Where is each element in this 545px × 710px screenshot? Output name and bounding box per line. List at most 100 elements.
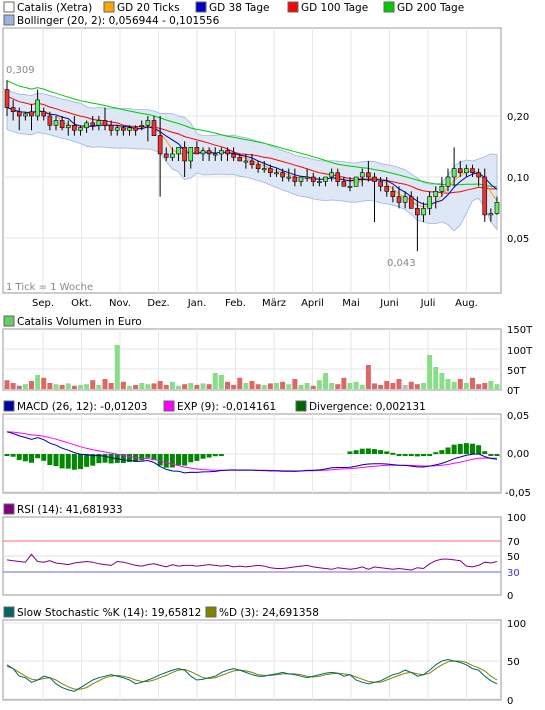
candle-body — [280, 172, 285, 178]
candle-body — [35, 99, 40, 117]
volume-bar — [470, 377, 475, 389]
candle-body — [29, 111, 34, 117]
divergence-bar — [372, 449, 377, 454]
candle-body — [176, 147, 181, 155]
stoch-tick-50: 50 — [507, 657, 520, 668]
divergence-bar — [194, 454, 200, 461]
candle-body — [298, 176, 304, 182]
candle-body — [90, 122, 96, 126]
volume-bar — [261, 385, 267, 389]
divergence-bar — [145, 454, 151, 458]
rsi-tick-70: 70 — [507, 537, 520, 548]
volume-legend: Catalis Volumen in Euro — [3, 315, 142, 328]
candle-body — [268, 168, 273, 174]
x-tick-label: Okt. — [71, 298, 92, 309]
volume-bar — [169, 381, 175, 389]
candle-body — [72, 124, 77, 131]
volume-plot-frame — [2, 328, 502, 391]
volume-bar — [151, 383, 157, 389]
divergence-bar — [433, 452, 439, 455]
volume-bar — [157, 381, 163, 389]
legend-swatch-gd20 — [103, 1, 115, 13]
divergence-bar — [84, 454, 90, 467]
macd-tick-2: -0,05 — [505, 488, 531, 499]
price-x-axis: Sep. Okt. Nov. Dez. Jan. Feb. März April Mai Juni… — [32, 298, 478, 309]
divergence-bar — [457, 443, 463, 454]
macd-tick-0: 0,05 — [507, 411, 529, 422]
candle-body — [457, 168, 463, 174]
volume-bar — [304, 383, 310, 389]
candle — [353, 176, 359, 187]
divergence-bar — [47, 454, 53, 466]
candle-body — [439, 185, 445, 192]
legend-swatch-macd — [3, 400, 15, 412]
volume-bar — [329, 383, 335, 389]
divergence-bar — [163, 454, 169, 468]
x-tick-label: Sep. — [32, 298, 54, 309]
divergence-bar — [182, 454, 188, 466]
volume-bar — [292, 379, 298, 389]
candle-body — [102, 120, 108, 126]
candle-body — [200, 150, 206, 155]
candle-body — [482, 176, 488, 216]
price-tick-2: 0,05 — [507, 234, 529, 245]
volume-bar — [176, 385, 181, 389]
candle-body — [163, 153, 169, 158]
candle-body — [488, 213, 494, 216]
divergence-bar — [4, 454, 10, 456]
divergence-bar — [212, 454, 218, 457]
volume-bar — [102, 379, 108, 389]
candle-body — [121, 127, 126, 131]
x-tick-label: April — [301, 298, 324, 309]
x-tick-label: Jan. — [187, 298, 207, 309]
volume-bar — [421, 383, 426, 389]
candle-body — [237, 157, 243, 162]
volume-bar — [163, 385, 169, 389]
divergence-bar — [139, 454, 145, 461]
divergence-bar — [41, 454, 47, 461]
volume-bar — [188, 383, 194, 389]
candle-body — [255, 164, 261, 169]
candle-body — [310, 176, 316, 182]
candle-body — [157, 135, 163, 155]
divergence-bar — [384, 451, 390, 454]
candle-body — [464, 168, 469, 174]
volume-bar — [353, 381, 359, 389]
price-tick-1: 0,10 — [507, 173, 529, 184]
candle-body — [329, 172, 334, 178]
candle-body — [323, 176, 328, 182]
divergence-bar — [439, 450, 445, 454]
x-tick-label: Aug. — [455, 298, 478, 309]
divergence-bar — [402, 454, 408, 456]
volume-bar — [396, 379, 402, 389]
divergence-bar — [408, 454, 414, 456]
volume-tick-0: 150T — [507, 325, 533, 336]
stoch-tick-0: 0 — [507, 696, 513, 707]
legend-label-catalis: Catalis (Xetra) — [17, 2, 92, 14]
volume-bar — [427, 355, 433, 389]
candle-body — [408, 196, 414, 209]
divergence-bar — [396, 454, 402, 456]
candle-body — [188, 147, 194, 162]
divergence-bar — [188, 454, 194, 463]
price-y-axis: 0,20 0,10 0,05 — [507, 112, 529, 245]
candle-body — [335, 172, 341, 182]
candle-body — [274, 172, 279, 175]
candle-body — [225, 150, 230, 155]
legend-swatch-gd200 — [383, 1, 395, 13]
macd-y-axis: 0,05 0,00 -0,05 — [505, 411, 531, 499]
candle-body — [421, 208, 426, 216]
candle-body — [402, 196, 408, 203]
candle-body — [182, 147, 187, 162]
candle-body — [494, 202, 500, 214]
divergence-bar — [463, 443, 469, 454]
candle-body — [206, 150, 212, 155]
divergence-bar — [427, 454, 433, 456]
volume-bar — [316, 380, 322, 389]
candle-body — [10, 107, 16, 113]
divergence-bar — [494, 454, 500, 456]
legend-swatch-divergence — [295, 400, 307, 412]
candle-body — [470, 168, 475, 174]
volume-bar — [243, 383, 249, 389]
tick-note: 1 Tick = 1 Woche — [6, 282, 93, 293]
